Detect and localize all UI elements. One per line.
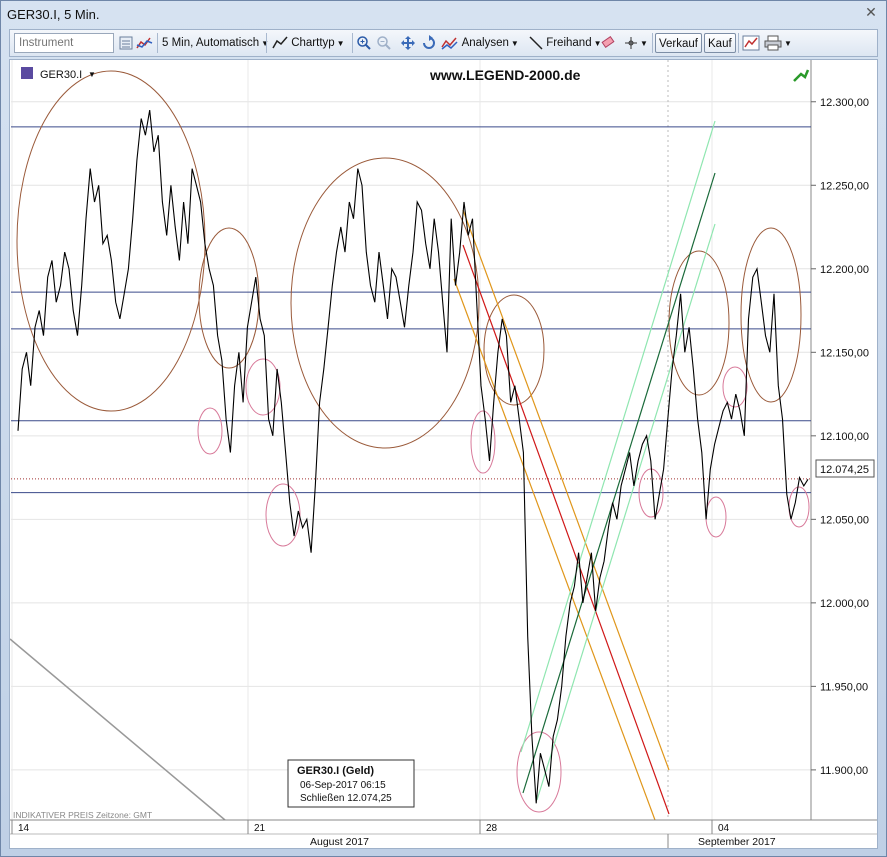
pan-icon[interactable] [399,33,417,53]
chart-settings-icon[interactable] [742,33,760,53]
footer-note: INDIKATIVER PREIS Zeitzone: GMT [13,810,152,820]
title-bar[interactable]: GER30.I, 5 Min. ✕ [1,1,886,29]
x-period-label: September 2017 [698,836,776,848]
x-tick-label: 28 [486,823,498,834]
info-tooltip: GER30.I (Geld) 06-Sep-2017 06:15 Schließ… [287,759,415,808]
interval-dropdown[interactable]: 5 Min, Automatisch▼ [162,33,269,53]
window-title: GER30.I, 5 Min. [7,7,100,22]
x-axis: 14 21 28 04 August 2017 September 2017 [10,819,877,848]
y-tick-label: 12.100,00 [820,431,869,443]
y-tick-label: 12.000,00 [820,598,869,610]
analysen-dropdown[interactable]: Analysen ▼ [441,33,519,53]
freihand-dropdown[interactable]: Freihand ▼ [529,33,602,53]
chevron-down-icon: ▼ [640,39,648,48]
y-tick-label: 12.250,00 [820,180,869,192]
watermark-url: www.LEGEND-2000.de [429,67,581,83]
y-tick-label: 12.300,00 [820,97,869,109]
eraser-icon[interactable] [600,33,616,53]
print-dropdown[interactable]: ▼ [764,33,792,53]
reset-icon[interactable] [420,33,438,53]
y-tick-label: 11.950,00 [820,681,868,693]
chevron-down-icon[interactable]: ▼ [88,70,96,79]
crosshair-dropdown[interactable]: ▼ [624,33,648,53]
charttype-dropdown[interactable]: Charttyp ▼ [272,33,345,53]
crosshair-icon [625,36,637,49]
price-chart[interactable]: 12.300,00 12.250,00 12.200,00 12.150,00 12.1… [9,60,877,848]
tooltip-title: GER30.I (Geld) [297,765,374,777]
chevron-down-icon: ▼ [784,39,792,48]
kauf-button[interactable]: Kauf [704,33,736,53]
chevron-down-icon: ▼ [510,39,519,48]
x-period-label: August 2017 [310,836,369,848]
x-tick-label: 14 [18,823,30,834]
verkauf-button[interactable]: Verkauf [655,33,702,53]
current-price-marker: 12.074,25 [815,459,875,478]
line-draw-icon [529,36,543,50]
instrument-list-icon[interactable] [118,33,134,53]
instrument-icon [21,67,33,79]
current-price-label: 12.074,25 [820,464,869,476]
x-tick-label: 04 [718,823,730,834]
symbol-label: GER30.I [40,69,82,81]
y-tick-label: 12.200,00 [820,264,869,276]
freihand-label: Freihand [546,37,592,49]
tooltip-close: Schließen 12.074,25 [300,793,392,804]
toolbar: 5 Min, Automatisch▼ Charttyp▼ Analysen▼ … [9,29,878,57]
tooltip-date: 06-Sep-2017 06:15 [300,780,386,791]
instrument-input[interactable] [14,33,114,53]
zoom-out-icon[interactable] [376,33,392,53]
y-tick-label: 12.150,00 [820,347,869,359]
y-axis: 12.300,00 12.250,00 12.200,00 12.150,00 12.1… [810,60,869,820]
analysen-label: Analysen [461,37,509,49]
y-tick-label: 12.050,00 [820,514,869,526]
y-tick-label: 11.900,00 [820,765,868,777]
charttype-label: Charttyp [291,37,335,49]
x-tick-label: 21 [254,823,266,834]
compare-chart-icon[interactable] [136,33,154,53]
close-icon[interactable]: ✕ [864,5,878,19]
print-icon [764,35,782,51]
plot-area [11,60,811,820]
chart-window: GER30.I, 5 Min. ✕ 5 Min, Automatisch▼ Ch… [0,0,887,857]
indicator-icon [441,37,458,50]
line-chart-icon [272,36,288,49]
chevron-down-icon: ▼ [336,39,345,48]
zoom-in-icon[interactable] [356,33,372,53]
interval-label: 5 Min, Automatisch [162,37,260,49]
chart-panel[interactable]: 12.300,00 12.250,00 12.200,00 12.150,00 12.1… [9,59,878,849]
